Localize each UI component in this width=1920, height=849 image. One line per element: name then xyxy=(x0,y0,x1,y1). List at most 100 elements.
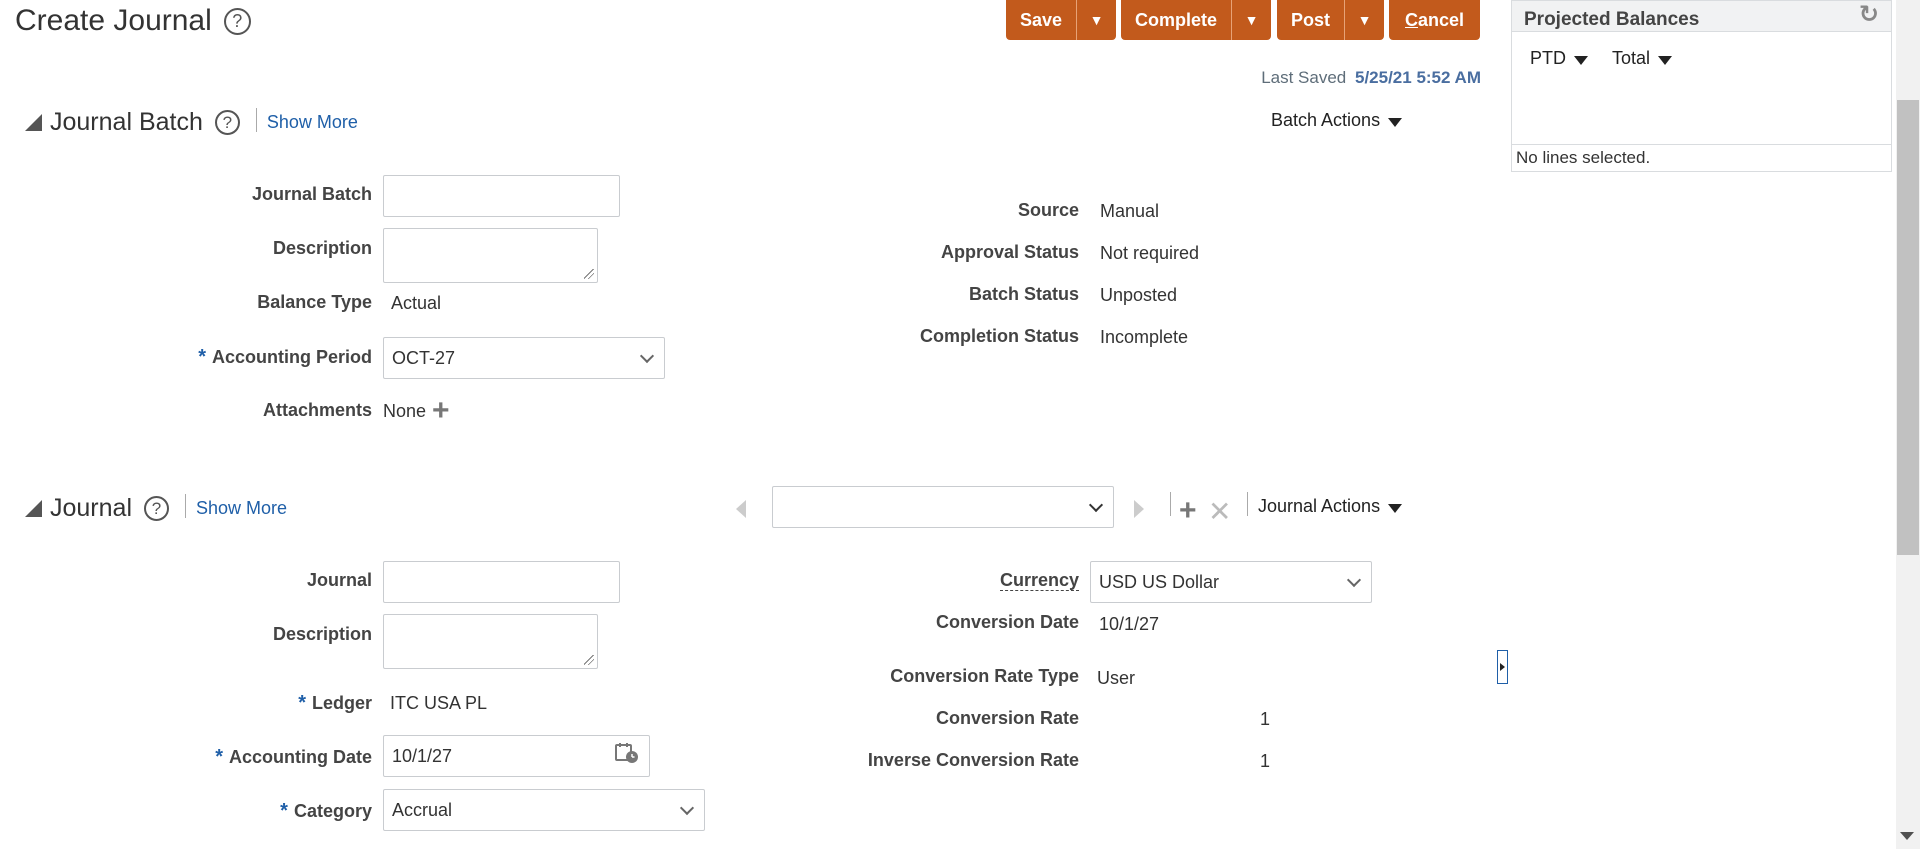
ledger-value: ITC USA PL xyxy=(390,693,488,713)
batch-status-label: Batch Status xyxy=(968,284,1079,304)
inverse-conversion-rate-label: Inverse Conversion Rate xyxy=(867,750,1079,770)
conversion-rate-type-label: Conversion Rate Type xyxy=(890,666,1079,686)
scrollbar-thumb[interactable] xyxy=(1897,100,1919,555)
total-label: Total xyxy=(1612,48,1651,68)
last-saved: Last Saved 5/25/21 5:52 AM xyxy=(1261,68,1481,88)
accounting-period-value: OCT-27 xyxy=(392,347,456,368)
cancel-button[interactable]: Cancel xyxy=(1389,0,1481,40)
chevron-down-icon xyxy=(1346,572,1362,587)
resize-grip-icon[interactable] xyxy=(584,655,594,665)
conversion-rate-label: Conversion Rate xyxy=(935,708,1079,728)
batch-actions-menu[interactable]: Batch Actions xyxy=(1271,110,1403,131)
description-label: Description xyxy=(272,238,372,258)
page-title-text: Create Journal xyxy=(15,4,212,37)
post-button[interactable]: Post xyxy=(1277,0,1344,40)
category-value: Accrual xyxy=(392,799,453,820)
required-indicator: * xyxy=(280,800,288,822)
last-saved-label: Last Saved xyxy=(1261,68,1347,87)
ledger-label: * Ledger xyxy=(140,692,372,715)
required-indicator: * xyxy=(298,692,306,714)
accounting-period-label: * Accounting Period xyxy=(140,346,372,369)
save-button-group: Save ▼ xyxy=(1006,0,1117,40)
accounting-date-input[interactable]: 10/1/27 xyxy=(383,735,650,777)
ptd-menu[interactable]: PTD xyxy=(1530,48,1588,69)
ledger-label-text: Ledger xyxy=(311,693,372,713)
journal-batch-label: Journal Batch xyxy=(251,184,372,204)
journal-batch-heading: Journal Batch xyxy=(50,108,203,136)
refresh-icon[interactable]: ↻ xyxy=(1859,1,1879,29)
conversion-date-label: Conversion Date xyxy=(935,612,1079,632)
source-label: Source xyxy=(1017,200,1079,220)
category-label: * Category xyxy=(140,800,372,823)
batch-actions-label: Batch Actions xyxy=(1271,110,1381,130)
cancel-accesskey: C xyxy=(1405,9,1418,30)
batch-description-textarea[interactable] xyxy=(383,228,598,283)
category-select[interactable]: Accrual xyxy=(383,789,705,831)
approval-status-value: Not required xyxy=(1100,243,1200,263)
required-indicator: * xyxy=(215,746,223,768)
calendar-icon[interactable] xyxy=(615,742,639,764)
completion-status-value: Incomplete xyxy=(1100,327,1189,347)
collapse-triangle-icon[interactable] xyxy=(25,114,42,131)
journal-section-header: Journal ? Show More xyxy=(25,494,287,523)
page-title: Create Journal ? xyxy=(15,4,251,38)
help-icon[interactable]: ? xyxy=(214,110,240,135)
show-more-link[interactable]: Show More xyxy=(267,112,358,133)
dropdown-arrow-icon xyxy=(1388,117,1403,127)
attachments-value: None xyxy=(383,401,427,421)
conversion-rate-type-value: User xyxy=(1097,668,1136,688)
complete-dropdown-arrow-icon[interactable]: ▼ xyxy=(1231,0,1271,40)
dropdown-arrow-icon xyxy=(1574,55,1588,65)
complete-button[interactable]: Complete xyxy=(1121,0,1231,40)
projected-balances-header: Projected Balances ↻ xyxy=(1512,1,1891,32)
description-label: Description xyxy=(272,624,372,644)
save-dropdown-arrow-icon[interactable]: ▼ xyxy=(1076,0,1116,40)
divider xyxy=(1170,492,1171,516)
post-dropdown-arrow-icon[interactable]: ▼ xyxy=(1344,0,1384,40)
journal-description-textarea[interactable] xyxy=(383,614,598,669)
currency-select[interactable]: USD US Dollar xyxy=(1090,561,1372,603)
balance-type-label: Balance Type xyxy=(257,292,372,312)
currency-value: USD US Dollar xyxy=(1099,571,1220,592)
show-more-link[interactable]: Show More xyxy=(196,498,287,519)
divider xyxy=(185,494,186,518)
projected-balances-footer: No lines selected. xyxy=(1512,144,1891,171)
journal-heading: Journal xyxy=(50,494,132,522)
journal-input[interactable] xyxy=(383,561,620,603)
delete-icon: ✕ xyxy=(1208,496,1232,527)
attachments-label: Attachments xyxy=(262,400,372,420)
collapse-triangle-icon[interactable] xyxy=(25,500,42,517)
conversion-date-value: 10/1/27 xyxy=(1099,614,1160,634)
complete-button-group: Complete ▼ xyxy=(1121,0,1272,40)
chevron-down-icon xyxy=(1088,497,1104,512)
save-button[interactable]: Save xyxy=(1006,0,1076,40)
journal-batch-section-header: Journal Batch ? Show More xyxy=(25,108,358,137)
next-arrow-icon[interactable] xyxy=(1134,500,1144,518)
journal-actions-menu[interactable]: Journal Actions xyxy=(1258,496,1403,517)
accounting-date-value: 10/1/27 xyxy=(392,745,453,766)
resize-grip-icon[interactable] xyxy=(584,269,594,279)
last-saved-value: 5/25/21 5:52 AM xyxy=(1355,68,1481,87)
help-icon[interactable]: ? xyxy=(144,496,169,521)
total-menu[interactable]: Total xyxy=(1612,48,1673,69)
accounting-period-select[interactable]: OCT-27 xyxy=(383,337,665,379)
expand-panel-icon[interactable] xyxy=(1497,650,1508,684)
journal-label: Journal xyxy=(306,570,372,590)
help-icon[interactable]: ? xyxy=(223,7,251,35)
currency-label-text[interactable]: Currency xyxy=(999,570,1079,591)
prev-arrow-icon[interactable] xyxy=(736,500,746,518)
journal-selector[interactable] xyxy=(772,486,1114,528)
scroll-down-arrow-icon[interactable] xyxy=(1900,832,1914,840)
source-value: Manual xyxy=(1100,201,1160,221)
chevron-down-icon xyxy=(639,348,655,363)
journal-actions-label: Journal Actions xyxy=(1258,496,1381,516)
currency-label: Currency xyxy=(800,570,1079,591)
add-attachment-icon[interactable]: + xyxy=(432,396,450,426)
post-button-group: Post ▼ xyxy=(1277,0,1385,40)
projected-balances-title: Projected Balances xyxy=(1524,9,1700,30)
add-icon[interactable]: + xyxy=(1179,496,1197,526)
completion-status-label: Completion Status xyxy=(919,326,1079,346)
journal-batch-input[interactable] xyxy=(383,175,620,217)
inverse-conversion-rate-value: 1 xyxy=(1260,751,1271,771)
required-indicator: * xyxy=(198,346,206,368)
